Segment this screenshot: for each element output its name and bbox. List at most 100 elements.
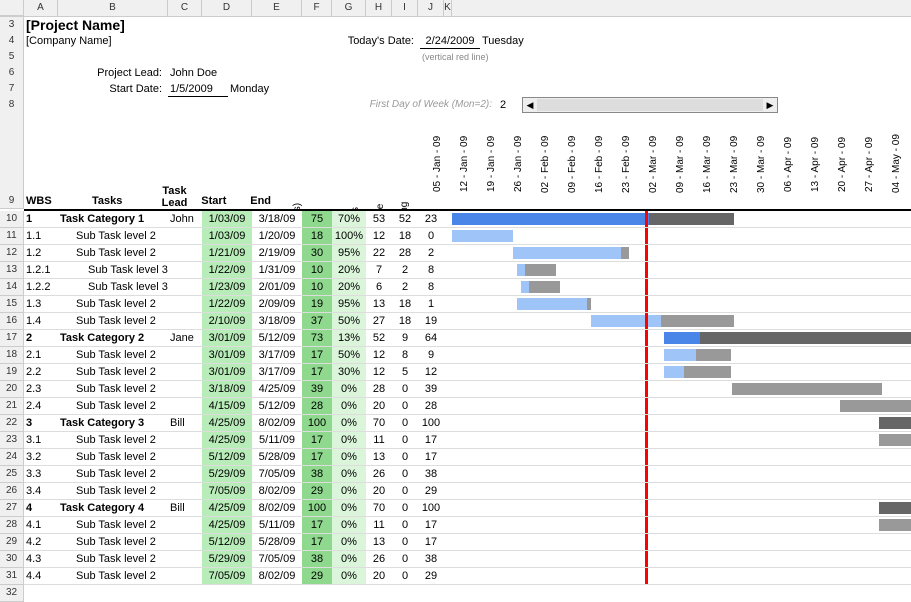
cell-lead[interactable] <box>168 364 202 380</box>
cell-lead[interactable] <box>168 398 202 414</box>
scroll-right-icon[interactable]: ▶ <box>763 99 777 111</box>
cell-start[interactable]: 1/22/09 <box>202 262 252 278</box>
cell-start[interactable]: 1/21/09 <box>202 245 252 261</box>
cell-start[interactable]: 1/03/09 <box>202 228 252 244</box>
cell-duration[interactable]: 17 <box>302 432 332 448</box>
cell-dc[interactable]: 0 <box>392 432 418 448</box>
cell-lead[interactable]: Jane <box>168 330 202 346</box>
cell-task[interactable]: Sub Task level 2 <box>58 228 168 244</box>
scroll-left-icon[interactable]: ◀ <box>523 99 537 111</box>
fdw-value[interactable]: 2 <box>498 97 510 113</box>
cell-wbs[interactable]: 2.1 <box>24 347 58 363</box>
cell-wd[interactable]: 52 <box>366 330 392 346</box>
lead-value[interactable]: John Doe <box>168 65 268 81</box>
cell-wd[interactable]: 20 <box>366 483 392 499</box>
cell-end[interactable]: 8/02/09 <box>252 415 302 431</box>
col-letter[interactable]: H <box>366 0 392 16</box>
cell-task[interactable]: Sub Task level 2 <box>58 534 168 550</box>
cell-wd[interactable]: 13 <box>366 449 392 465</box>
cell-task[interactable]: Task Category 3 <box>58 415 168 431</box>
cell-wd[interactable]: 7 <box>366 262 392 278</box>
cell-wd[interactable]: 70 <box>366 415 392 431</box>
cell-pct[interactable]: 50% <box>332 347 366 363</box>
cell-dc[interactable]: 0 <box>392 534 418 550</box>
cell-dc[interactable]: 18 <box>392 228 418 244</box>
week-date[interactable]: 09 - Mar - 09 <box>668 119 695 209</box>
week-date[interactable]: 02 - Mar - 09 <box>641 119 668 209</box>
cell-pct[interactable]: 20% <box>332 279 366 295</box>
cell-wbs[interactable]: 1.4 <box>24 313 58 329</box>
cell-lead[interactable] <box>168 228 202 244</box>
cell-dr[interactable]: 8 <box>418 262 444 278</box>
cell-pct[interactable]: 0% <box>332 449 366 465</box>
cell-start[interactable]: 3/01/09 <box>202 347 252 363</box>
cell-wd[interactable]: 22 <box>366 245 392 261</box>
cell-lead[interactable] <box>168 466 202 482</box>
cell-dr[interactable]: 100 <box>418 500 444 516</box>
col-letter[interactable]: C <box>168 0 202 16</box>
col-letter[interactable]: E <box>252 0 302 16</box>
cell-dr[interactable]: 28 <box>418 398 444 414</box>
cell-dc[interactable]: 0 <box>392 517 418 533</box>
col-letter[interactable]: J <box>418 0 444 16</box>
cell-lead[interactable] <box>168 262 202 278</box>
cell-duration[interactable]: 100 <box>302 415 332 431</box>
cell-wd[interactable]: 12 <box>366 347 392 363</box>
cell-dr[interactable]: 29 <box>418 483 444 499</box>
row-number[interactable]: 9 <box>0 113 24 209</box>
cell-start[interactable]: 3/01/09 <box>202 330 252 346</box>
cell-duration[interactable]: 75 <box>302 211 332 227</box>
cell-dr[interactable]: 64 <box>418 330 444 346</box>
cell-start[interactable]: 1/22/09 <box>202 296 252 312</box>
cell-pct[interactable]: 100% <box>332 228 366 244</box>
start-date-value[interactable]: 1/5/2009 <box>168 81 228 97</box>
cell-start[interactable]: 1/03/09 <box>202 211 252 227</box>
cell-pct[interactable]: 20% <box>332 262 366 278</box>
cell-dr[interactable]: 2 <box>418 245 444 261</box>
row-number[interactable]: 8 <box>0 97 24 114</box>
col-wbs[interactable]: WBS <box>24 193 56 209</box>
cell-duration[interactable]: 19 <box>302 296 332 312</box>
cell-task[interactable]: Sub Task level 2 <box>58 398 168 414</box>
cell-dc[interactable]: 52 <box>392 211 418 227</box>
cell-pct[interactable]: 0% <box>332 483 366 499</box>
cell-dc[interactable]: 0 <box>392 449 418 465</box>
cell-lead[interactable] <box>168 313 202 329</box>
cell-lead[interactable] <box>168 296 202 312</box>
week-date[interactable]: 09 - Feb - 09 <box>560 119 587 209</box>
col-end[interactable]: End <box>237 193 284 209</box>
cell-wd[interactable]: 6 <box>366 279 392 295</box>
cell-pct[interactable]: 0% <box>332 500 366 516</box>
cell-dr[interactable]: 17 <box>418 534 444 550</box>
cell-wd[interactable]: 12 <box>366 364 392 380</box>
cell-end[interactable]: 1/31/09 <box>252 262 302 278</box>
col-pct[interactable]: % Complete <box>312 193 344 209</box>
cell-lead[interactable] <box>168 568 202 584</box>
cell-pct[interactable]: 0% <box>332 415 366 431</box>
cell-pct[interactable]: 13% <box>332 330 366 346</box>
cell-wd[interactable]: 26 <box>366 551 392 567</box>
cell-start[interactable]: 3/01/09 <box>202 364 252 380</box>
row-number[interactable]: 13 <box>0 262 24 279</box>
cell-lead[interactable]: Bill <box>168 500 202 516</box>
cell-task[interactable]: Sub Task level 2 <box>58 466 168 482</box>
cell-wbs[interactable]: 3 <box>24 415 58 431</box>
cell-end[interactable]: 3/18/09 <box>252 313 302 329</box>
cell-wd[interactable]: 53 <box>366 211 392 227</box>
col-letter[interactable]: K <box>444 0 452 16</box>
week-date[interactable]: 06 - Apr - 09 <box>776 119 803 209</box>
row-number[interactable]: 31 <box>0 568 24 585</box>
cell-duration[interactable]: 17 <box>302 534 332 550</box>
cell-start[interactable]: 4/25/09 <box>202 500 252 516</box>
cell-end[interactable]: 8/02/09 <box>252 483 302 499</box>
project-name[interactable]: [Project Name] <box>24 17 424 33</box>
cell-lead[interactable] <box>168 245 202 261</box>
col-dr[interactable]: Days Remaining <box>393 193 417 209</box>
cell-task[interactable]: Sub Task level 2 <box>58 517 168 533</box>
row-number[interactable]: 25 <box>0 466 24 483</box>
cell-duration[interactable]: 39 <box>302 381 332 397</box>
cell-wbs[interactable]: 3.1 <box>24 432 58 448</box>
cell-end[interactable]: 5/28/09 <box>252 449 302 465</box>
week-date[interactable]: 04 - May - 09 <box>884 119 911 209</box>
cell-wbs[interactable]: 1.1 <box>24 228 58 244</box>
